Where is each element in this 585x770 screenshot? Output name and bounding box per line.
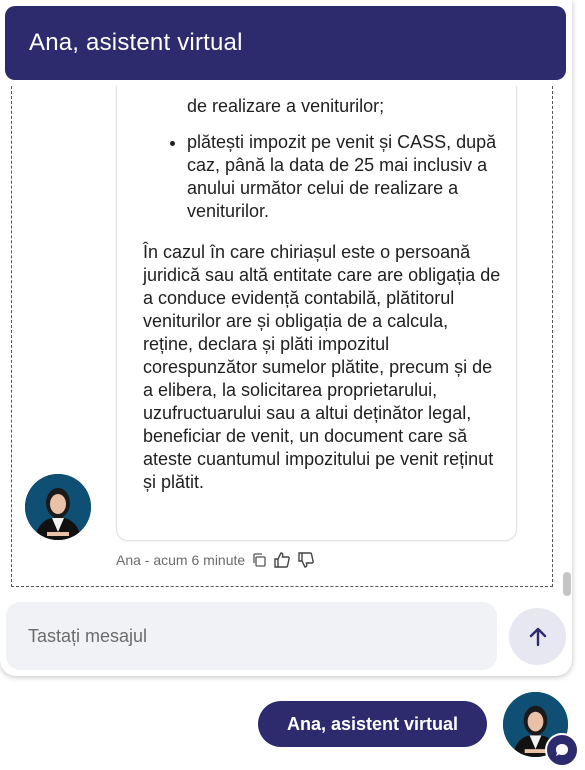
message-paragraph: În cazul în care chiriașul este o persoa…	[143, 242, 501, 492]
message-list-items: plătești impozit pe venit și CASS, după …	[143, 131, 503, 223]
message-text: de realizare a veniturilor; plătești imp…	[143, 86, 503, 494]
message-input-box	[6, 602, 497, 670]
message-list[interactable]: de realizare a veniturilor; plătești imp…	[11, 86, 553, 587]
scrollbar-thumb[interactable]	[563, 572, 571, 596]
arrow-up-icon	[529, 627, 546, 646]
assistant-avatar	[25, 474, 91, 540]
message-continuation: de realizare a veniturilor;	[187, 96, 385, 116]
message-meta: Ana - acum 6 minute	[116, 548, 315, 572]
send-button[interactable]	[509, 608, 566, 665]
thumbs-down-icon[interactable]	[297, 551, 315, 569]
chat-window: Ana, asistent virtual de realizare a ven…	[0, 0, 572, 676]
message-timestamp: Ana - acum 6 minute	[116, 552, 246, 568]
chat-title: Ana, asistent virtual	[29, 29, 243, 56]
copy-icon[interactable]	[251, 552, 267, 568]
chat-header: Ana, asistent virtual	[5, 6, 566, 80]
thumbs-up-icon[interactable]	[273, 551, 291, 569]
list-item: plătești impozit pe venit și CASS, după …	[187, 131, 503, 223]
launcher-button[interactable]: Ana, asistent virtual	[258, 701, 487, 747]
chat-bubble-icon[interactable]	[545, 733, 579, 767]
message-input[interactable]	[6, 602, 468, 670]
assistant-message-bubble: de realizare a veniturilor; plătești imp…	[116, 86, 517, 541]
